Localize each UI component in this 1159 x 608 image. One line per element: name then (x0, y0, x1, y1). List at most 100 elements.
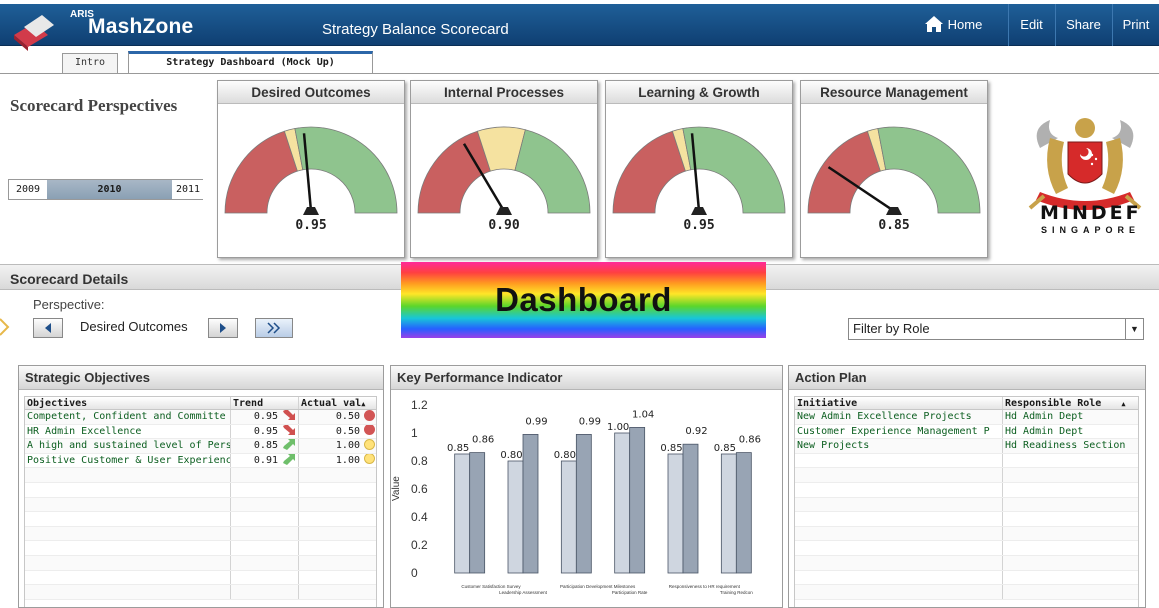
initiative-text: New Admin Excellence Projects (797, 411, 972, 422)
actual-value-cell: 1.00 (299, 439, 377, 453)
bar-2[interactable] (735, 452, 752, 574)
table-row[interactable] (25, 497, 376, 513)
objective-cell (25, 482, 231, 497)
gauge-card-learning-growth[interactable]: Learning & Growth 0.95 (605, 80, 793, 258)
y-tick-label: 1.2 (411, 398, 428, 412)
bar-2[interactable] (629, 427, 646, 574)
table-row[interactable] (25, 482, 376, 498)
edit-button[interactable]: Edit (1008, 4, 1054, 46)
year-2009[interactable]: 2009 (9, 180, 47, 199)
table-row[interactable]: A high and sustained level of Person 0.85… (25, 439, 376, 454)
table-row[interactable] (795, 526, 1138, 542)
objective-text: HR Admin Excellence (27, 425, 142, 437)
share-button[interactable]: Share (1055, 4, 1111, 46)
table-row[interactable] (25, 585, 376, 600)
table-row[interactable]: New Projects Hd Readiness Section (795, 439, 1138, 454)
column-header-responsible-role[interactable]: Responsible Role ▲ (1003, 397, 1139, 409)
table-row[interactable] (795, 453, 1139, 469)
gauge-value: 0.95 (683, 218, 715, 233)
trend-up-arrow-icon (283, 453, 295, 465)
tab-strategy-dashboard[interactable]: Strategy Dashboard (Mock Up) (128, 51, 373, 73)
bar-2[interactable] (682, 443, 699, 574)
responsible-role-cell (1003, 468, 1139, 482)
initiative-cell (795, 526, 1003, 541)
column-header-objectives[interactable]: Objectives (25, 397, 231, 409)
filter-by-role-select[interactable]: Filter by Role ▼ (848, 318, 1144, 340)
kpi-bar-chart: 00.20.40.60.811.2Value0.850.860.800.990.… (391, 398, 763, 595)
gauge-card-internal-processes[interactable]: Internal Processes 0.90 (410, 80, 598, 258)
perspective-value: Desired Outcomes (80, 319, 188, 334)
initiative-text: New Projects (797, 440, 870, 452)
table-row[interactable] (795, 570, 1138, 586)
table-row[interactable] (795, 482, 1138, 498)
dashboard-app: ARIS MashZone Strategy Balance Scorecard… (0, 0, 1159, 608)
brand-name: MashZone (88, 15, 194, 38)
table-row[interactable]: Competent, Confident and Committe 0.95 0.5… (25, 410, 376, 425)
gauge-title: Learning & Growth (606, 81, 792, 104)
table-row[interactable] (25, 468, 376, 483)
gauge-card-desired-outcomes[interactable]: Desired Outcomes 0.95 (217, 80, 405, 258)
bar-1[interactable] (720, 453, 737, 574)
y-tick-label: 0.6 (411, 482, 428, 496)
bar-2[interactable] (522, 434, 539, 574)
table-row[interactable] (795, 541, 1138, 556)
table-row[interactable]: HR Admin Excellence 0.95 0.50 (25, 424, 376, 440)
table-row[interactable] (795, 497, 1138, 513)
responsible-role-text: Hd Admin Dept (1005, 425, 1084, 437)
year-2010-selected[interactable]: 2010 (47, 180, 172, 199)
bar-1[interactable] (667, 453, 684, 574)
responsible-role-cell (1003, 556, 1139, 570)
home-button[interactable]: Home (912, 4, 994, 46)
y-tick-label: 0.4 (411, 510, 428, 524)
table-row[interactable]: Customer Experience Management P Hd Admin… (795, 424, 1138, 440)
gauge-value: 0.95 (295, 218, 327, 233)
bar-1[interactable] (614, 432, 631, 574)
year-2011[interactable]: 2011 (172, 180, 204, 199)
column-header-trend[interactable]: Trend (231, 397, 299, 409)
objectives-rows: Competent, Confident and Committe 0.95 0.5… (25, 410, 376, 600)
year-slider[interactable]: 2009 2010 2011 (8, 179, 204, 200)
table-row[interactable] (25, 512, 376, 527)
trend-cell: 0.85 (231, 439, 299, 453)
gauge-card-resource-management[interactable]: Resource Management 0.85 (800, 80, 988, 258)
next-perspective-button[interactable] (208, 318, 238, 338)
data-label: 0.86 (472, 435, 494, 446)
bar-1[interactable] (454, 453, 471, 574)
table-row[interactable] (795, 468, 1138, 483)
y-axis-label: Value (391, 476, 402, 501)
table-row[interactable] (25, 526, 376, 542)
bar-1[interactable] (560, 460, 577, 574)
bar-2[interactable] (469, 452, 486, 574)
column-header-actual-value[interactable]: Actual val▲ (299, 397, 377, 409)
table-row[interactable] (25, 570, 377, 586)
table-row[interactable] (795, 512, 1138, 527)
dropdown-arrow-icon[interactable]: ▼ (1125, 319, 1143, 339)
table-row[interactable] (795, 555, 1139, 571)
bar-2[interactable] (575, 434, 592, 574)
data-label: 0.80 (554, 450, 576, 461)
objective-cell (25, 541, 231, 555)
trend-cell (231, 468, 299, 482)
table-row[interactable] (25, 555, 376, 571)
table-row[interactable] (25, 541, 376, 556)
bar-1[interactable] (507, 460, 524, 574)
column-header-initiative[interactable]: Initiative (795, 397, 1003, 409)
y-tick-label: 0.2 (411, 538, 428, 552)
y-tick-label: 1 (411, 426, 418, 440)
previous-perspective-button[interactable] (33, 318, 63, 338)
actual-value-cell (299, 585, 377, 599)
responsible-role-cell (1003, 454, 1139, 468)
tab-intro[interactable]: Intro (62, 53, 118, 73)
table-row[interactable] (795, 585, 1138, 600)
table-row[interactable]: New Admin Excellence Projects Hd Admin De… (795, 410, 1138, 425)
actual-value-cell (299, 571, 377, 585)
actual-value-cell: 1.00 (299, 453, 377, 468)
gauge-title: Internal Processes (411, 81, 597, 104)
objective-cell: HR Admin Excellence (25, 424, 231, 439)
print-button[interactable]: Print (1112, 4, 1159, 46)
data-label: 0.85 (660, 443, 682, 454)
table-row[interactable]: Positive Customer & User Experience 0.91 1… (25, 453, 377, 469)
responsible-role-cell (1003, 585, 1139, 599)
objective-cell (25, 497, 231, 512)
fast-forward-button[interactable] (255, 318, 293, 338)
